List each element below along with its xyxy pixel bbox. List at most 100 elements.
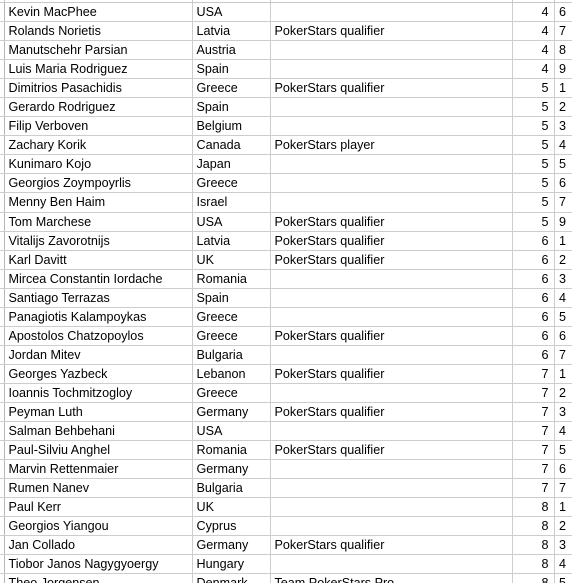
cell-country[interactable]: Romania xyxy=(192,269,271,289)
table-row[interactable]: Tom Marchese USA PokerStars qualifier 5 9 xyxy=(0,212,572,232)
table-row[interactable]: Paul Kerr UK 8 1 xyxy=(0,497,572,518)
table-row[interactable]: Vitalijs Zavorotnijs Latvia PokerStars qua… xyxy=(0,231,572,251)
cell-table-number[interactable]: 6 xyxy=(554,326,572,346)
cell-player-name[interactable]: Jan Collado xyxy=(4,535,193,556)
cell-table-number[interactable]: 4 xyxy=(554,288,572,308)
cell-day[interactable]: 6 xyxy=(512,231,555,251)
cell-table-number[interactable]: 4 xyxy=(554,554,572,575)
cell-note[interactable]: PokerStars qualifier xyxy=(270,21,513,42)
cell-country[interactable]: Israel xyxy=(192,192,271,213)
cell-note[interactable] xyxy=(270,154,513,175)
cell-player-name[interactable]: Georgios Zoympoyrlis xyxy=(4,173,193,194)
table-row[interactable]: Georges Yazbeck Lebanon PokerStars qualifi… xyxy=(0,364,572,384)
cell-player-name[interactable]: Tiobor Janos Nagygyoergy xyxy=(4,554,193,575)
cell-note[interactable]: PokerStars qualifier xyxy=(270,78,513,99)
cell-player-name[interactable]: Gerardo Rodriguez xyxy=(4,97,193,118)
table-row[interactable]: Tiobor Janos Nagygyoergy Hungary 8 4 xyxy=(0,554,572,575)
cell-player-name[interactable]: Tom Marchese xyxy=(4,212,193,232)
cell-country[interactable]: Latvia xyxy=(192,231,271,251)
table-row[interactable]: Manutschehr Parsian Austria 4 8 xyxy=(0,40,572,61)
table-row[interactable]: Kunimaro Kojo Japan 5 5 xyxy=(0,154,572,175)
cell-country[interactable]: Germany xyxy=(192,459,271,480)
cell-note[interactable]: PokerStars player xyxy=(270,135,513,156)
cell-day[interactable]: 8 xyxy=(512,516,555,537)
player-table[interactable]: Kevin MacPhee USA 4 6 Rolands Norietis Latvia… xyxy=(0,3,572,583)
cell-country[interactable]: Spain xyxy=(192,288,271,308)
cell-day[interactable]: 8 xyxy=(512,535,555,556)
cell-player-name[interactable]: Kevin MacPhee xyxy=(4,3,193,23)
cell-table-number[interactable]: 5 xyxy=(554,307,572,327)
cell-day[interactable]: 7 xyxy=(512,478,555,499)
cell-country[interactable]: Canada xyxy=(192,135,271,156)
cell-day[interactable]: 6 xyxy=(512,345,555,365)
cell-player-name[interactable]: Kunimaro Kojo xyxy=(4,154,193,175)
cell-player-name[interactable]: Peyman Luth xyxy=(4,402,193,423)
cell-table-number[interactable]: 7 xyxy=(554,21,572,42)
cell-note[interactable]: Team PokerStars Pro xyxy=(270,573,513,583)
cell-player-name[interactable]: Salman Behbehani xyxy=(4,421,193,442)
cell-country[interactable]: UK xyxy=(192,250,271,270)
cell-note[interactable] xyxy=(270,383,513,403)
cell-note[interactable]: PokerStars qualifier xyxy=(270,231,513,251)
table-row[interactable]: Menny Ben Haim Israel 5 7 xyxy=(0,192,572,213)
cell-note[interactable]: PokerStars qualifier xyxy=(270,250,513,270)
cell-day[interactable]: 7 xyxy=(512,459,555,480)
table-row[interactable]: Apostolos Chatzopoylos Greece PokerStars q… xyxy=(0,326,572,346)
cell-country[interactable]: USA xyxy=(192,421,271,442)
cell-table-number[interactable]: 7 xyxy=(554,192,572,213)
cell-note[interactable] xyxy=(270,288,513,308)
cell-note[interactable]: PokerStars qualifier xyxy=(270,326,513,346)
cell-day[interactable]: 5 xyxy=(512,97,555,118)
cell-country[interactable]: Greece xyxy=(192,383,271,403)
cell-table-number[interactable]: 7 xyxy=(554,345,572,365)
cell-country[interactable]: Belgium xyxy=(192,116,271,137)
cell-table-number[interactable]: 6 xyxy=(554,173,572,194)
cell-day[interactable]: 7 xyxy=(512,421,555,442)
cell-table-number[interactable]: 1 xyxy=(554,231,572,251)
table-row[interactable]: Ioannis Tochmitzogloy Greece 7 2 xyxy=(0,383,572,403)
cell-table-number[interactable]: 8 xyxy=(554,40,572,61)
cell-day[interactable]: 5 xyxy=(512,212,555,232)
cell-player-name[interactable]: Mircea Constantin Iordache xyxy=(4,269,193,289)
cell-player-name[interactable]: Marvin Rettenmaier xyxy=(4,459,193,480)
cell-country[interactable]: Greece xyxy=(192,78,271,99)
cell-player-name[interactable]: Karl Davitt xyxy=(4,250,193,270)
cell-day[interactable]: 4 xyxy=(512,59,555,80)
table-row[interactable]: Rumen Nanev Bulgaria 7 7 xyxy=(0,478,572,499)
cell-player-name[interactable]: Georges Yazbeck xyxy=(4,364,193,384)
cell-day[interactable]: 5 xyxy=(512,173,555,194)
cell-country[interactable]: Romania xyxy=(192,440,271,461)
table-row[interactable]: Filip Verboven Belgium 5 3 xyxy=(0,116,572,137)
cell-table-number[interactable]: 1 xyxy=(554,78,572,99)
cell-table-number[interactable]: 4 xyxy=(554,421,572,442)
cell-note[interactable] xyxy=(270,421,513,442)
cell-day[interactable]: 5 xyxy=(512,78,555,99)
cell-country[interactable]: Latvia xyxy=(192,21,271,42)
cell-note[interactable] xyxy=(270,116,513,137)
table-row[interactable]: Peyman Luth Germany PokerStars qualifier 7 3 xyxy=(0,402,572,423)
table-row[interactable]: Santiago Terrazas Spain 6 4 xyxy=(0,288,572,308)
table-row[interactable]: Gerardo Rodriguez Spain 5 2 xyxy=(0,97,572,118)
cell-day[interactable]: 7 xyxy=(512,402,555,423)
cell-table-number[interactable]: 1 xyxy=(554,497,572,518)
cell-player-name[interactable]: Panagiotis Kalampoykas xyxy=(4,307,193,327)
cell-table-number[interactable]: 3 xyxy=(554,535,572,556)
cell-player-name[interactable]: Apostolos Chatzopoylos xyxy=(4,326,193,346)
cell-player-name[interactable]: Santiago Terrazas xyxy=(4,288,193,308)
cell-note[interactable]: PokerStars qualifier xyxy=(270,535,513,556)
cell-player-name[interactable]: Paul-Silviu Anghel xyxy=(4,440,193,461)
cell-table-number[interactable]: 9 xyxy=(554,212,572,232)
cell-note[interactable] xyxy=(270,3,513,23)
cell-country[interactable]: USA xyxy=(192,3,271,23)
cell-player-name[interactable]: Jordan Mitev xyxy=(4,345,193,365)
cell-note[interactable] xyxy=(270,516,513,537)
cell-country[interactable]: Lebanon xyxy=(192,364,271,384)
cell-day[interactable]: 6 xyxy=(512,326,555,346)
cell-note[interactable] xyxy=(270,269,513,289)
table-row[interactable]: Dimitrios Pasachidis Greece PokerStars qua… xyxy=(0,78,572,99)
cell-player-name[interactable]: Filip Verboven xyxy=(4,116,193,137)
cell-country[interactable]: Austria xyxy=(192,40,271,61)
cell-note[interactable] xyxy=(270,307,513,327)
cell-player-name[interactable]: Paul Kerr xyxy=(4,497,193,518)
cell-day[interactable]: 6 xyxy=(512,288,555,308)
